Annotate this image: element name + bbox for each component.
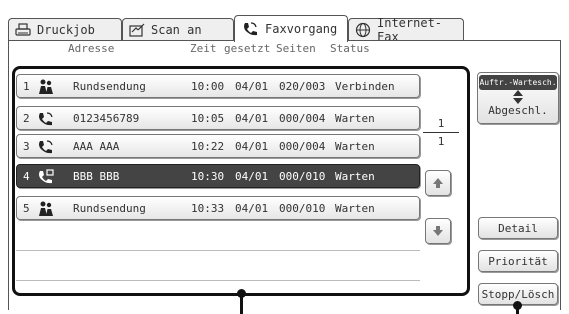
scan-icon [129,23,145,37]
column-header-address: Adresse [68,42,115,54]
job-time: 10:00 [191,80,225,93]
job-row[interactable]: 1 Rundsendung 10:00 04/01 020/003 Verbin… [16,74,420,98]
scroll-up-button[interactable] [425,170,451,196]
tab-scan-to[interactable]: Scan an [122,18,234,40]
empty-row-line [16,280,420,281]
job-time: 10:33 [191,202,225,215]
job-status: Warten [335,112,375,125]
tab-label: Scan an [151,22,202,37]
column-header-set: gesetzt [224,42,271,54]
tab-label: Druckjob [37,22,95,37]
page-current: 1 [437,117,445,130]
queue-toggle-button[interactable]: Auftr.-Wartesch. Abgeschl. [477,72,559,124]
queue-active-label: Auftr.-Wartesch. [479,75,557,90]
column-header-pages: Seiten [276,42,316,54]
broadcast-icon [39,79,53,94]
job-date: 04/01 [235,140,269,153]
page-total: 1 [437,135,445,148]
job-status: Warten [335,170,375,183]
job-number: 3 [23,140,30,153]
broadcast-icon [39,201,53,216]
fax-phone-icon [244,22,257,36]
fax-phone-icon [39,169,54,184]
job-time: 10:05 [191,112,225,125]
job-address: BBB BBB [73,170,120,183]
empty-row-line [16,250,420,251]
job-pages: 000/004 [279,112,326,125]
printer-icon [15,22,31,36]
job-pages: 000/010 [279,170,326,183]
job-pages: 020/003 [279,80,326,93]
column-header-status: Status [330,42,370,54]
job-date: 04/01 [235,202,269,215]
queue-completed-label: Abgeschl. [488,104,548,117]
job-date: 04/01 [235,112,269,125]
job-time: 10:30 [191,170,225,183]
job-number: 1 [23,80,30,93]
job-pages: 000/004 [279,140,326,153]
job-date: 04/01 [235,170,269,183]
fax-phone-icon [39,112,53,126]
job-row[interactable]: 5 Rundsendung 10:33 04/01 000/010 Warten [16,196,420,220]
fax-phone-icon [39,140,53,154]
job-address: Rundsendung [73,202,146,215]
internet-fax-icon [355,22,371,37]
job-status: Warten [335,202,375,215]
job-date: 04/01 [235,80,269,93]
page-divider [423,132,459,133]
callout-dot [237,289,246,298]
column-header-time: Zeit [190,42,217,54]
job-address: 0123456789 [73,112,140,125]
job-number: 4 [23,170,30,183]
scroll-down-button[interactable] [425,218,451,244]
arrow-up-icon [433,178,443,188]
callout-line [240,296,243,314]
tab-label: Faxvorgang [265,22,338,36]
job-address: AAA AAA [73,140,120,153]
job-status: Warten [335,140,375,153]
detail-button[interactable]: Detail [478,217,558,239]
priority-button[interactable]: Priorität [478,250,558,272]
job-row[interactable]: 2 0123456789 10:05 04/01 000/004 Warten [16,106,420,130]
job-number: 5 [23,202,30,215]
job-address: Rundsendung [73,80,146,93]
job-row-selected[interactable]: 4 BBB BBB 10:30 04/01 000/010 Warten [16,164,420,188]
tab-print-job[interactable]: Druckjob [8,18,122,40]
job-number: 2 [23,112,30,125]
job-row[interactable]: 3 AAA AAA 10:22 04/01 000/004 Warten [16,134,420,158]
job-time: 10:22 [191,140,225,153]
tab-internet-fax[interactable]: Internet-Fax [348,16,464,44]
job-pages: 000/010 [279,202,326,215]
job-status: Verbinden [335,80,395,93]
callout-dot [513,301,522,310]
tab-fax-job[interactable]: Faxvorgang [234,15,348,42]
up-down-icon [513,90,523,104]
arrow-down-icon [433,226,443,236]
